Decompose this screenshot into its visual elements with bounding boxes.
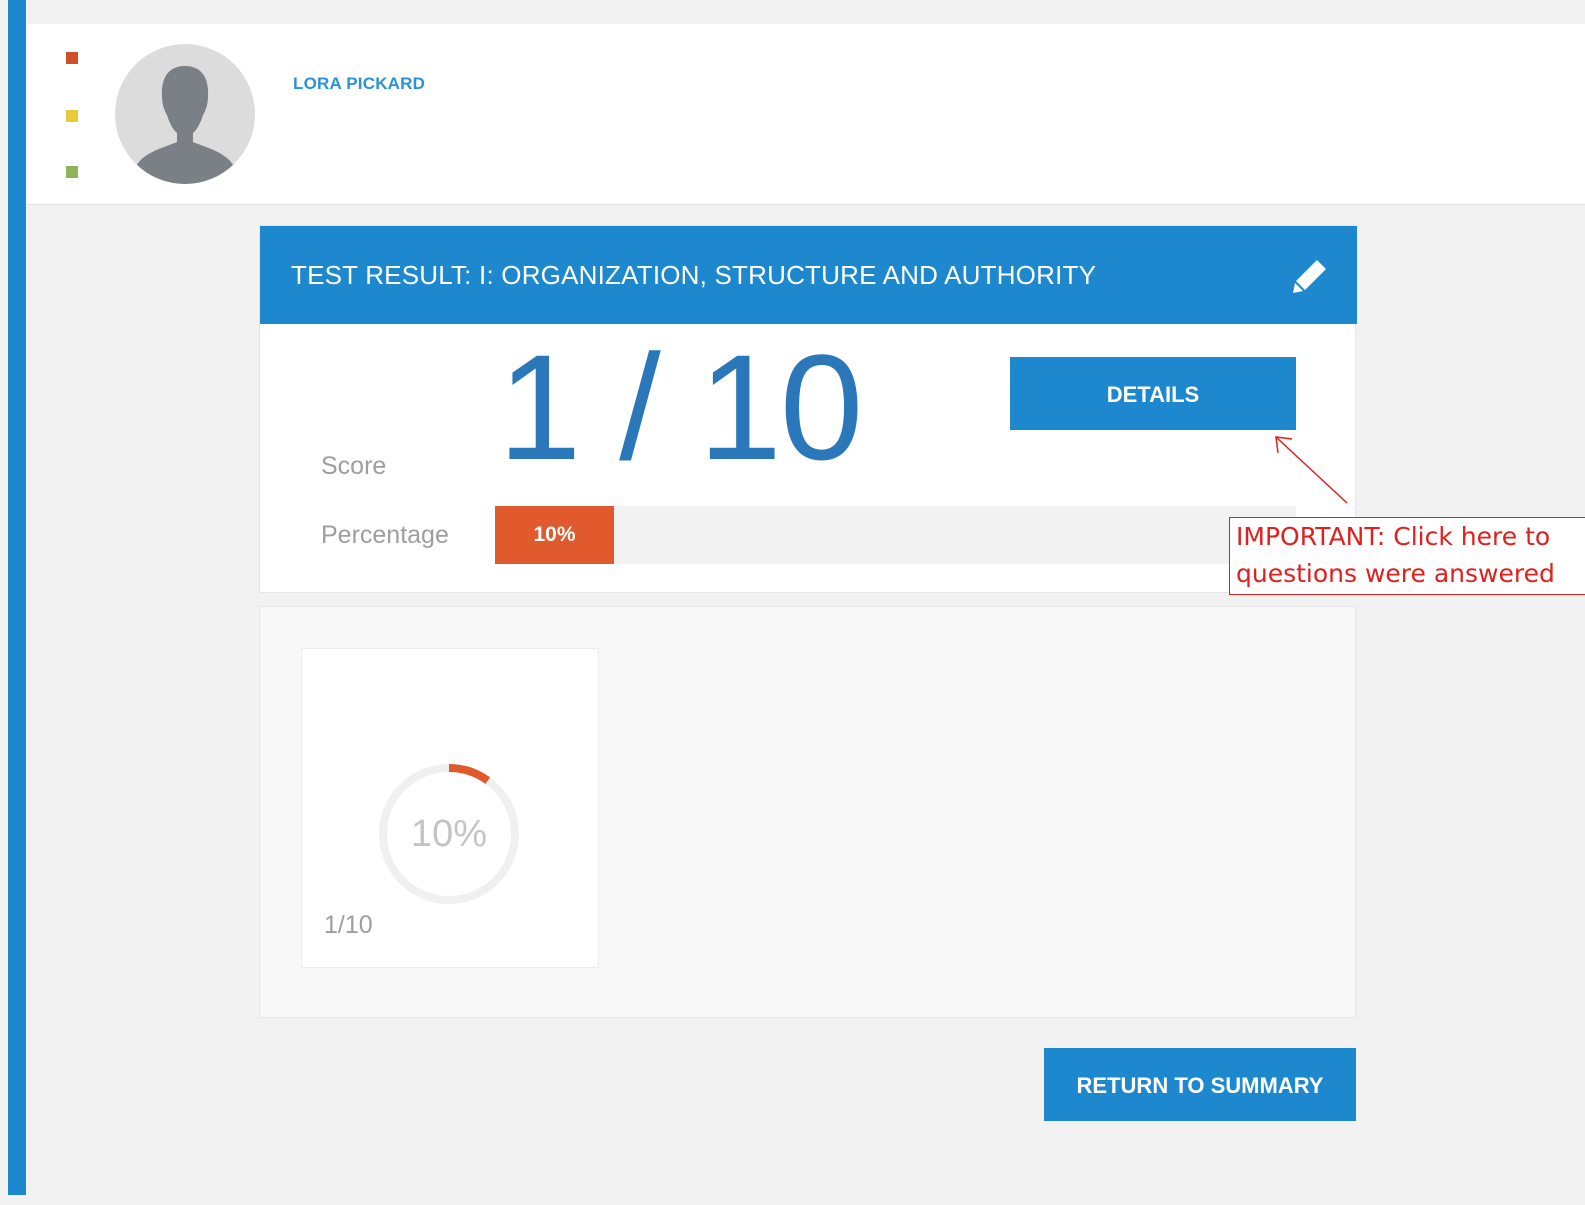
percentage-bar: 10% bbox=[495, 506, 1296, 564]
left-accent-stripe bbox=[8, 0, 26, 1195]
status-dot-red bbox=[66, 52, 78, 64]
annotation-arrow-icon bbox=[1275, 436, 1348, 504]
test-result-card: TEST RESULT: I: ORGANIZATION, STRUCTURE … bbox=[259, 225, 1357, 593]
status-dot-yellow bbox=[66, 110, 78, 122]
status-dot-green bbox=[66, 166, 78, 178]
top-strip bbox=[26, 0, 1585, 24]
edit-button[interactable] bbox=[1290, 256, 1330, 296]
profile-bar: LORA PICKARD bbox=[26, 24, 1585, 205]
result-title: TEST RESULT: I: ORGANIZATION, STRUCTURE … bbox=[291, 260, 1097, 290]
chart-panel: 10% 1/10 bbox=[259, 606, 1356, 1018]
annotation-line-2: questions were answered bbox=[1236, 559, 1555, 588]
pencil-icon bbox=[1293, 260, 1326, 293]
donut-label: 10% bbox=[410, 813, 488, 855]
person-silhouette-icon bbox=[131, 66, 239, 184]
annotation-line-1: IMPORTANT: Click here to bbox=[1236, 522, 1551, 551]
score-value: 1 / 10 bbox=[498, 323, 863, 491]
tile-ratio: 1/10 bbox=[324, 911, 373, 939]
annotation-callout: IMPORTANT: Click here to questions were … bbox=[1229, 517, 1585, 595]
percentage-label: Percentage bbox=[321, 521, 449, 549]
score-label: Score bbox=[321, 452, 387, 480]
page: LORA PICKARD TEST RESULT: I: ORGANIZATIO… bbox=[0, 0, 1585, 1205]
percentage-bar-fill: 10% bbox=[495, 506, 614, 564]
result-header: TEST RESULT: I: ORGANIZATION, STRUCTURE … bbox=[260, 226, 1357, 324]
details-button[interactable]: DETAILS bbox=[1010, 357, 1296, 430]
return-to-summary-button[interactable]: RETURN TO SUMMARY bbox=[1044, 1048, 1356, 1121]
score-chart-tile: 10% 1/10 bbox=[301, 648, 599, 968]
avatar bbox=[115, 44, 255, 184]
user-name[interactable]: LORA PICKARD bbox=[293, 74, 425, 94]
